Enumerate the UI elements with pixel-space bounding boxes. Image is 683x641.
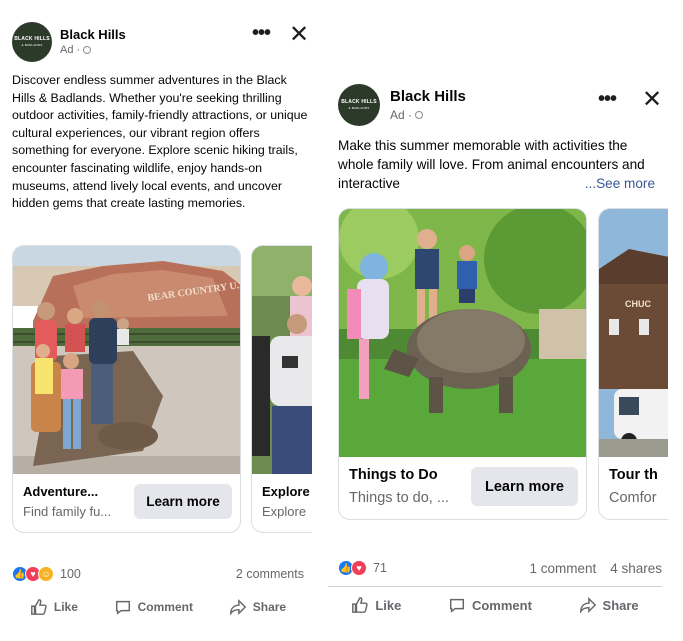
engagement-counts: 1 comment 4 shares	[529, 561, 662, 576]
like-label: Like	[53, 600, 78, 614]
avatar-logo-subtext: & BADLANDS	[348, 106, 370, 110]
comment-button[interactable]: Comment	[448, 596, 532, 614]
sponsored-label: Ad ·	[390, 108, 424, 122]
globe-icon	[415, 111, 424, 119]
ad-label: Ad ·	[390, 108, 413, 122]
card-subtitle: Explore	[262, 504, 307, 519]
reaction-count: 100	[60, 567, 81, 581]
ad-post-right: BLACK HILLS & BADLANDS Black Hills Ad · …	[328, 60, 668, 641]
like-button[interactable]: Like	[30, 598, 78, 616]
like-label: Like	[375, 597, 402, 613]
avatar[interactable]: BLACK HILLS & BADLANDS	[338, 84, 380, 126]
see-more-link[interactable]: ...See more	[581, 174, 655, 193]
post-text: Discover endless summer adventures in th…	[12, 73, 308, 211]
carousel-card[interactable]: Things to Do Things to do, ... Learn mor…	[338, 208, 587, 520]
engagement-counts: 2 comments	[236, 567, 304, 581]
card-subtitle: Things to do, ...	[349, 490, 449, 506]
post-header: BLACK HILLS & BADLANDS Black Hills Ad · …	[0, 18, 312, 78]
action-bar: Like Comment Share	[328, 596, 662, 614]
more-options-icon[interactable]: •••	[252, 23, 271, 43]
card-image-tour[interactable]: CHUC	[599, 209, 668, 457]
carousel-card[interactable]: Explore Explore	[251, 245, 312, 533]
family-photo-illustration: BEAR COUNTRY U.S.A.	[13, 246, 240, 474]
share-button[interactable]: Share	[579, 596, 639, 614]
card-image-explore[interactable]	[252, 246, 312, 474]
post-header: BLACK HILLS & BADLANDS Black Hills Ad · …	[328, 80, 668, 140]
carousel: BEAR COUNTRY U.S.A. Adventure... Find fa…	[12, 245, 312, 533]
chuck-wagon-sign: CHUC	[625, 299, 651, 309]
share-icon	[229, 598, 246, 616]
globe-icon	[83, 46, 92, 54]
card-subtitle: Find family fu...	[23, 504, 112, 519]
tortoise-photo-illustration	[339, 209, 586, 457]
comment-label: Comment	[471, 597, 532, 613]
share-button[interactable]: Share	[229, 598, 286, 616]
post-text: Make this summer memorable with activiti…	[338, 136, 663, 193]
comment-icon	[449, 598, 464, 613]
care-reaction-icon: ☺	[38, 566, 54, 582]
card-image-tortoise-encounter[interactable]	[339, 209, 586, 457]
comment-button[interactable]: Comment	[114, 598, 193, 616]
share-count[interactable]: 4 shares	[610, 561, 662, 576]
carousel-card[interactable]: CHUC Tour th Comfor	[598, 208, 668, 520]
reaction-summary[interactable]: 👍 ♥ 71	[338, 560, 387, 576]
learn-more-button[interactable]: Learn more	[134, 484, 232, 519]
comment-count[interactable]: 2 comments	[236, 567, 304, 581]
card-image-family-at-bear-country[interactable]: BEAR COUNTRY U.S.A.	[13, 246, 240, 474]
page-name[interactable]: Black Hills	[60, 27, 126, 42]
reaction-count: 71	[373, 561, 387, 575]
share-label: Share	[602, 597, 639, 613]
love-reaction-icon: ♥	[351, 560, 367, 576]
like-button[interactable]: Like	[351, 596, 401, 614]
like-icon	[30, 599, 47, 615]
explore-photo-illustration	[252, 246, 312, 474]
carousel-card[interactable]: BEAR COUNTRY U.S.A. Adventure... Find fa…	[12, 245, 241, 533]
learn-more-button[interactable]: Learn more	[471, 467, 578, 506]
action-bar: Like Comment Share	[12, 598, 304, 616]
ad-label: Ad ·	[60, 44, 81, 56]
divider	[328, 586, 662, 587]
card-title[interactable]: Adventure...	[23, 484, 98, 499]
carousel: Things to Do Things to do, ... Learn mor…	[338, 208, 668, 522]
sponsored-label: Ad ·	[60, 44, 92, 56]
comment-icon	[115, 600, 130, 615]
comment-label: Comment	[137, 600, 193, 614]
page-name[interactable]: Black Hills	[390, 88, 466, 105]
card-title[interactable]: Explore	[262, 484, 310, 499]
card-subtitle: Comfor	[609, 490, 657, 506]
ad-post-left: BLACK HILLS & BADLANDS Black Hills Ad · …	[0, 0, 312, 641]
reaction-summary[interactable]: 👍 ♥ ☺ 100	[12, 566, 81, 582]
card-title[interactable]: Things to Do	[349, 467, 438, 483]
avatar[interactable]: BLACK HILLS & BADLANDS	[12, 22, 52, 62]
tour-photo-illustration: CHUC	[599, 209, 668, 457]
avatar-logo-subtext: & BADLANDS	[21, 43, 43, 47]
share-label: Share	[252, 600, 287, 614]
close-icon[interactable]: ✕	[289, 23, 309, 47]
card-title[interactable]: Tour th	[609, 467, 658, 483]
share-icon	[579, 596, 596, 614]
more-options-icon[interactable]: •••	[598, 89, 617, 109]
like-icon	[352, 597, 369, 613]
close-icon[interactable]: ✕	[642, 88, 662, 112]
comment-count[interactable]: 1 comment	[529, 561, 596, 576]
